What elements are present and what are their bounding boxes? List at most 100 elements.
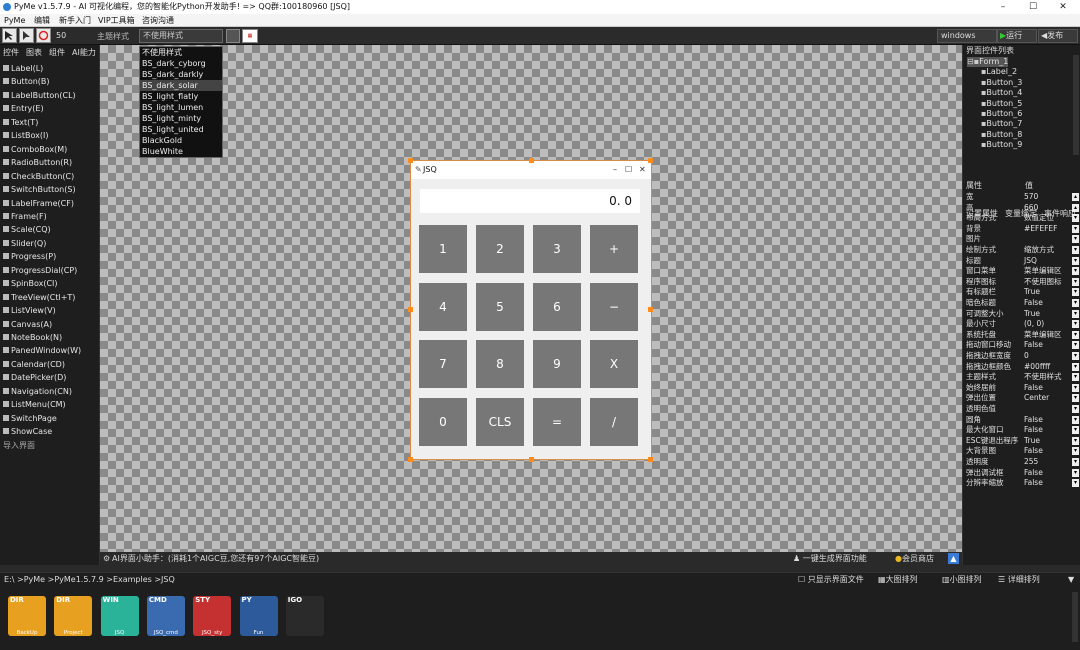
component-item[interactable]: Canvas(A) xyxy=(3,318,52,331)
component-item[interactable]: CheckButton(C) xyxy=(3,170,74,183)
calc-key[interactable]: 4 xyxy=(419,282,467,331)
theme-option[interactable]: BS_dark_cyborg xyxy=(140,58,222,69)
collapse-icon[interactable]: ▼ xyxy=(1068,573,1074,587)
prop-row[interactable]: 弹出位置 Center ▾ xyxy=(966,393,1079,404)
component-item[interactable]: Calendar(CD) xyxy=(3,358,65,371)
component-item[interactable]: Entry(E) xyxy=(3,102,44,115)
calc-display[interactable]: 0. 0 xyxy=(420,189,640,213)
prop-row[interactable]: 标题 JSQ ▾ xyxy=(966,256,1079,267)
file-scrollbar[interactable] xyxy=(1072,592,1078,642)
zoom-value[interactable]: 50 xyxy=(56,31,66,40)
platform-select[interactable]: windows xyxy=(937,29,997,43)
prop-edit-icon[interactable]: ▾ xyxy=(1072,330,1079,339)
resize-handle[interactable] xyxy=(529,457,534,462)
tab-components[interactable]: 组件 xyxy=(49,47,65,58)
file-icon[interactable]: STY JSQ_sty xyxy=(193,596,232,636)
component-item[interactable]: RadioButton(R) xyxy=(3,156,72,169)
prop-row[interactable]: 图片 ▾ xyxy=(966,234,1079,245)
publish-button[interactable]: ◀发布 xyxy=(1038,29,1078,43)
prop-edit-icon[interactable]: ▾ xyxy=(1072,405,1079,413)
prop-edit-icon[interactable]: ▾ xyxy=(1072,320,1079,329)
tree-scrollbar[interactable] xyxy=(1073,55,1079,155)
theme-option[interactable]: BlackGold xyxy=(140,135,222,146)
component-item[interactable]: Progress(P) xyxy=(3,250,56,263)
prop-edit-icon[interactable]: ▾ xyxy=(1072,352,1079,360)
calc-key[interactable]: 2 xyxy=(476,225,524,273)
tree-node[interactable]: ▪Button_5 xyxy=(981,99,1022,109)
ai-helper-text[interactable]: AI界面小助手：(消耗1个AIGC豆,您还有97个AIGC智能豆) xyxy=(112,552,319,565)
component-item[interactable]: DatePicker(D) xyxy=(3,371,66,384)
resize-handle[interactable] xyxy=(408,158,413,163)
component-item[interactable]: Navigation(CN) xyxy=(3,385,72,398)
prop-edit-icon[interactable]: ▾ xyxy=(1072,458,1079,466)
prop-value[interactable]: False xyxy=(1024,425,1043,436)
menu-consult[interactable]: 咨询沟通 xyxy=(142,14,174,27)
component-item[interactable]: TreeView(Ctl+T) xyxy=(3,291,75,304)
prop-edit-icon[interactable]: ▾ xyxy=(1072,447,1079,456)
component-item[interactable]: Text(T) xyxy=(3,116,38,129)
component-item[interactable]: SpinBox(CI) xyxy=(3,277,58,290)
calc-key[interactable]: / xyxy=(590,397,638,446)
calc-key[interactable]: = xyxy=(533,397,581,446)
resize-handle[interactable] xyxy=(408,307,413,312)
prop-row[interactable]: 分辨率缩放 False ▾ xyxy=(966,478,1079,489)
calc-key[interactable]: 7 xyxy=(419,340,467,388)
calc-key[interactable]: + xyxy=(590,225,638,273)
menu-beginner[interactable]: 新手入门 xyxy=(59,14,91,27)
maximize-button[interactable]: ☐ xyxy=(1018,0,1048,14)
prop-row[interactable]: 系统托盘 菜单编辑区 ▾ xyxy=(966,330,1079,341)
resize-handle[interactable] xyxy=(648,457,653,462)
tab-charts[interactable]: 图表 xyxy=(26,47,42,58)
prop-edit-icon[interactable]: ▾ xyxy=(1072,267,1079,276)
prop-edit-icon[interactable]: ▾ xyxy=(1072,426,1079,435)
theme-option[interactable]: BS_light_united xyxy=(140,124,222,135)
prop-row[interactable]: 可调整大小 True ▾ xyxy=(966,309,1079,320)
component-item[interactable]: ShowCase xyxy=(3,425,52,438)
prop-row[interactable]: ESC键退出程序 True ▾ xyxy=(966,436,1079,447)
tree-node[interactable]: ▪Button_4 xyxy=(981,88,1022,98)
prop-value[interactable]: True xyxy=(1024,287,1040,298)
detail-button[interactable]: ☰ 详细排列 xyxy=(998,573,1040,587)
component-item[interactable]: ListBox(I) xyxy=(3,129,48,142)
prop-value[interactable]: False xyxy=(1024,468,1043,479)
prop-edit-icon[interactable]: ▾ xyxy=(1072,235,1079,244)
prop-value[interactable]: 缩放方式 xyxy=(1024,245,1054,256)
file-icon[interactable]: PY Fun xyxy=(239,596,278,636)
resize-handle[interactable] xyxy=(648,307,653,312)
component-item[interactable]: Frame(F) xyxy=(3,210,47,223)
tree-node[interactable]: ▪Button_3 xyxy=(981,78,1022,88)
component-item[interactable]: LabelButton(CL) xyxy=(3,89,76,102)
prop-row[interactable]: 大背景图 False ▾ xyxy=(966,446,1079,457)
menu-vip-tools[interactable]: VIP工具箱 xyxy=(98,14,135,27)
menu-edit[interactable]: 编辑 xyxy=(34,14,50,27)
prop-value[interactable]: 菜单编辑区 xyxy=(1024,330,1062,341)
prop-row[interactable]: 始终居前 False ▾ xyxy=(966,383,1079,394)
component-item[interactable]: Label(L) xyxy=(3,62,43,75)
splitter[interactable] xyxy=(0,565,1080,572)
only-ui-checkbox[interactable]: ☐ 只显示界面文件 xyxy=(798,573,864,587)
prop-row[interactable]: 透明度 255 ▾ xyxy=(966,457,1079,468)
prop-row[interactable]: 透明色值 ▾ xyxy=(966,404,1079,415)
prop-edit-icon[interactable]: ▾ xyxy=(1072,415,1079,424)
prop-row[interactable]: 拖动窗口移动 False ▾ xyxy=(966,340,1079,351)
prop-row[interactable]: 主题样式 不使用样式 ▾ xyxy=(966,372,1079,383)
generate-ui-button[interactable]: ♟ 一键生成界面功能 xyxy=(793,552,867,565)
calc-key[interactable]: 5 xyxy=(476,282,524,331)
tree-node[interactable]: ▪Button_7 xyxy=(981,119,1022,129)
component-item[interactable]: ProgressDial(CP) xyxy=(3,264,77,277)
prop-row[interactable]: 圆角 False ▾ xyxy=(966,415,1079,426)
theme-option[interactable]: BS_light_flatly xyxy=(140,91,222,102)
calc-key[interactable]: 9 xyxy=(533,340,581,388)
prop-row[interactable]: 绘制方式 缩放方式 ▾ xyxy=(966,245,1079,256)
pointer-tool-icon[interactable] xyxy=(19,28,34,43)
component-item[interactable]: ListMenu(CM) xyxy=(3,398,66,411)
prop-value[interactable]: 不使用图标 xyxy=(1024,277,1062,288)
calc-key[interactable]: 3 xyxy=(533,225,581,273)
prop-row[interactable]: 暗色标题 False ▾ xyxy=(966,298,1079,309)
form-preview[interactable]: ✎ JSQ – ☐ ✕ 0. 0 1 2 3 +4 5 6− 7 8 9 X 0 CLS = / xyxy=(408,158,653,462)
theme-option[interactable]: BlueWhite xyxy=(140,146,222,157)
prop-value[interactable]: False xyxy=(1024,340,1043,351)
prop-value[interactable]: True xyxy=(1024,436,1040,447)
prop-edit-icon[interactable]: ▾ xyxy=(1072,214,1079,223)
component-item[interactable]: PanedWindow(W) xyxy=(3,344,81,357)
